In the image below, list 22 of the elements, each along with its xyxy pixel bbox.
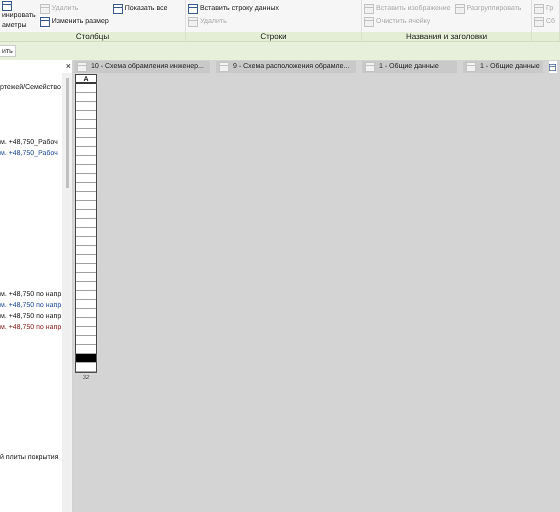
scrollbar-thumb[interactable] [66,78,68,188]
table-icon [549,64,556,70]
table-icon [534,17,544,27]
table-icon [188,17,198,27]
table-icon [188,4,198,14]
table-row[interactable] [76,354,96,363]
panel-label: Строки [260,32,287,40]
table-icon [364,4,374,14]
panel-label: Названия и заголовки [406,32,488,40]
table-icon [365,62,375,72]
table-icon [364,17,374,27]
table-icon [454,4,465,14]
view-tab[interactable] [549,61,557,73]
table-icon [466,62,476,72]
table-icon [40,17,50,27]
close-button[interactable]: × [66,62,71,71]
table-icon [112,4,123,14]
table-icon [219,62,229,72]
panel-label: Столбцы [76,32,110,40]
table-icon [534,4,544,14]
table-icon [40,4,50,14]
table-icon [77,62,87,72]
